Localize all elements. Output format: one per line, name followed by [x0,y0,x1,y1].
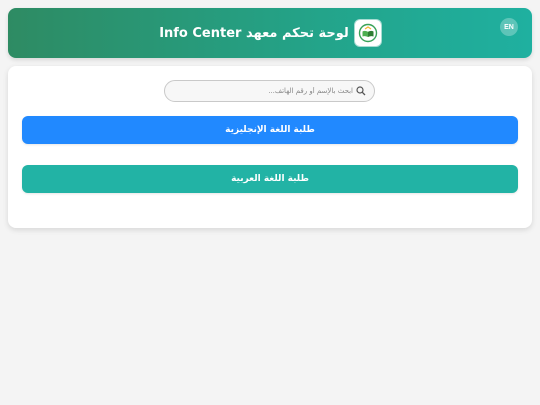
arabic-students-button[interactable]: طلبة اللغة العربية [22,165,518,193]
header-bar: لوحة تحكم معهد Info Center EN [8,8,532,58]
search-input[interactable] [183,87,353,95]
english-students-label: طلبة اللغة الإنجليزية [225,125,315,135]
book-logo-icon [354,20,381,46]
search-icon [356,86,366,96]
search-box[interactable] [164,80,375,102]
main-card: طلبة اللغة الإنجليزية طلبة اللغة العربية [8,66,532,228]
english-students-button[interactable]: طلبة اللغة الإنجليزية [22,116,518,144]
page-title: لوحة تحكم معهد Info Center [159,25,349,41]
arabic-students-label: طلبة اللغة العربية [231,174,309,184]
header-title-group: لوحة تحكم معهد Info Center [8,8,532,58]
language-toggle-button[interactable]: EN [500,18,518,36]
